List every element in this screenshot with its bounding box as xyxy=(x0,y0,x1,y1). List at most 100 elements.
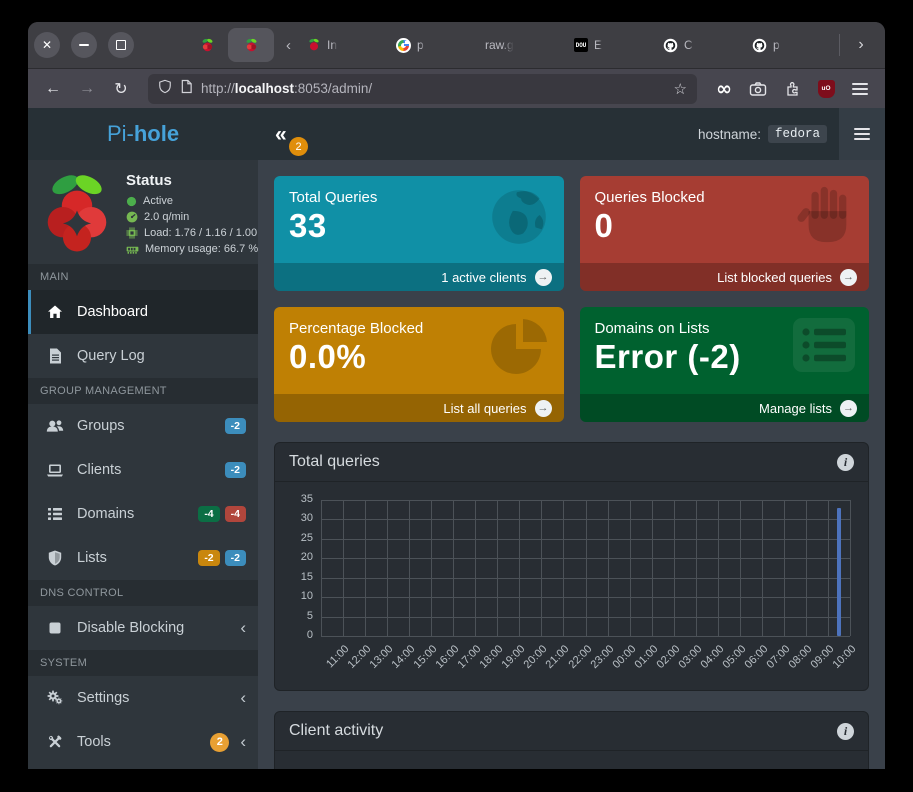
extensions-puzzle-icon[interactable] xyxy=(777,81,807,97)
active-tab[interactable] xyxy=(228,28,274,62)
url-bar[interactable]: http://localhost:8053/admin/ ☆ xyxy=(148,74,697,104)
bookmark-star-icon[interactable]: ☆ xyxy=(674,80,687,98)
active-clients-link[interactable]: 1 active clients → xyxy=(274,263,564,291)
minimize-icon xyxy=(79,44,89,46)
app-topbar: « 2 hostname:fedora xyxy=(258,108,885,160)
ublock-origin-icon[interactable]: uO xyxy=(811,80,841,98)
maximize-button[interactable] xyxy=(108,32,134,58)
minimize-button[interactable] xyxy=(71,32,97,58)
update-notification-badge: 2 xyxy=(289,137,308,156)
sidebar-item-clients[interactable]: Clients -2 xyxy=(28,448,258,492)
sidebar-item-settings[interactable]: Settings ‹ xyxy=(28,676,258,720)
browser-window: ✕ ‹ In p xyxy=(28,22,885,769)
forward-button[interactable]: → xyxy=(72,80,102,98)
sidebar-item-lists[interactable]: Lists -2 -2 xyxy=(28,536,258,580)
pihole-favicon-icon xyxy=(307,38,321,52)
pinned-tab[interactable] xyxy=(190,38,224,53)
group-count-badge: -2 xyxy=(225,418,246,434)
tab[interactable]: DOU E xyxy=(566,28,655,62)
back-button[interactable]: ← xyxy=(38,80,68,98)
arrow-right-icon: → xyxy=(535,269,552,286)
total-queries-panel: Total queries i 0510152025303511:0012:00… xyxy=(274,442,869,691)
status-row: Memory usage: 66.7 % xyxy=(126,241,258,257)
sidebar-item-label: Settings xyxy=(77,690,129,706)
sidebar-section-main: MAIN xyxy=(28,264,258,290)
tab[interactable]: p xyxy=(744,28,833,62)
brand-logo[interactable]: Pi-hole xyxy=(28,108,258,160)
page-info-icon[interactable] xyxy=(180,79,193,99)
reload-button[interactable]: ↻ xyxy=(106,79,136,99)
sidebar-item-domains[interactable]: Domains -4 -4 xyxy=(28,492,258,536)
tab-title: E xyxy=(594,38,602,52)
dou-favicon-icon: DOU xyxy=(574,38,588,52)
scroll-tabs-left-button[interactable]: ‹ xyxy=(278,37,299,54)
screenshot-camera-icon[interactable] xyxy=(743,81,773,97)
shield-icon xyxy=(46,550,64,566)
new-tab-button[interactable]: + xyxy=(876,36,885,54)
raspberry-logo-icon xyxy=(38,173,116,254)
card-footer-label: Manage lists xyxy=(759,401,832,416)
status-panel: Status Active 2.0 q/min Load: 1.76 / 1.1… xyxy=(28,160,258,264)
sidebar-item-label: Dashboard xyxy=(77,304,148,320)
memory-icon xyxy=(126,244,139,255)
sidebar-item-tools[interactable]: Tools 2 ‹ xyxy=(28,720,258,764)
sidebar-item-query-log[interactable]: Query Log xyxy=(28,334,258,378)
arrow-right-icon: → xyxy=(535,400,552,417)
card-queries-blocked: Queries Blocked 0 List blocked queries → xyxy=(580,176,870,291)
tab[interactable]: p xyxy=(388,28,477,62)
app-menu-button[interactable] xyxy=(839,108,885,160)
browser-toolbar: ← → ↻ http://localhost:8053/admin/ ☆ ∞ u… xyxy=(28,69,885,108)
status-text: Load: 1.76 / 1.16 / 1.00 xyxy=(144,225,257,241)
status-row: Active xyxy=(126,193,258,209)
status-text: Active xyxy=(143,193,173,209)
sidebar: Pi-hole Status xyxy=(28,108,258,769)
tab-title: In xyxy=(327,38,337,52)
chevron-left-icon: ‹ xyxy=(240,688,246,708)
chevron-left-icon: ‹ xyxy=(240,732,246,752)
github-favicon-icon xyxy=(663,38,678,53)
tab[interactable]: raw.g xyxy=(477,28,566,62)
dashboard-content: Total Queries 33 1 active clients → Quer… xyxy=(258,160,885,769)
sidebar-collapse-button[interactable]: « xyxy=(258,124,287,145)
chevron-left-icon: ‹ xyxy=(240,618,246,638)
sidebar-item-dashboard[interactable]: Dashboard xyxy=(28,290,258,334)
card-footer-label: List blocked queries xyxy=(717,270,832,285)
info-icon[interactable]: i xyxy=(837,454,854,471)
tab[interactable]: In xyxy=(299,28,388,62)
panel-header: Client activity i xyxy=(275,712,868,751)
summary-cards: Total Queries 33 1 active clients → Quer… xyxy=(274,176,869,422)
status-dot-icon xyxy=(126,196,137,207)
client-count-badge: -2 xyxy=(225,462,246,478)
arrow-right-icon: → xyxy=(840,269,857,286)
sidebar-item-groups[interactable]: Groups -2 xyxy=(28,404,258,448)
card-percentage-blocked: Percentage Blocked 0.0% List all queries… xyxy=(274,307,564,422)
sidebar-item-disable-blocking[interactable]: Disable Blocking ‹ xyxy=(28,606,258,650)
hostname: hostname:fedora xyxy=(698,125,839,143)
sidebar-item-label: Domains xyxy=(77,506,134,522)
manage-lists-link[interactable]: Manage lists → xyxy=(580,394,870,422)
info-icon[interactable]: i xyxy=(837,723,854,740)
status-row: Load: 1.76 / 1.16 / 1.00 xyxy=(126,225,258,241)
sidebar-section-dns-control: DNS CONTROL xyxy=(28,580,258,606)
tools-icon xyxy=(46,734,64,750)
domains-allowed-badge: -4 xyxy=(198,506,219,522)
list-blocked-queries-link[interactable]: List blocked queries → xyxy=(580,263,870,291)
scroll-tabs-right-button[interactable]: › xyxy=(846,36,876,54)
menu-hamburger-icon[interactable] xyxy=(845,83,875,95)
tab-title: p xyxy=(417,38,424,52)
users-icon xyxy=(46,418,64,434)
card-footer-label: List all queries xyxy=(443,401,526,416)
cpu-icon xyxy=(126,227,138,239)
tracking-protection-shield-icon[interactable] xyxy=(158,79,172,99)
hostname-value: fedora xyxy=(768,125,827,143)
tab-title: raw.g xyxy=(485,38,514,52)
gears-icon xyxy=(46,690,64,706)
status-title: Status xyxy=(126,173,258,189)
tab[interactable]: C xyxy=(655,28,744,62)
url-text[interactable]: http://localhost:8053/admin/ xyxy=(201,81,666,96)
close-button[interactable]: ✕ xyxy=(34,32,60,58)
maximize-icon xyxy=(116,40,126,50)
card-domains-on-lists: Domains on Lists Error (-2) Manage lists… xyxy=(580,307,870,422)
extension-infinity-icon[interactable]: ∞ xyxy=(709,78,739,100)
list-all-queries-link[interactable]: List all queries → xyxy=(274,394,564,422)
